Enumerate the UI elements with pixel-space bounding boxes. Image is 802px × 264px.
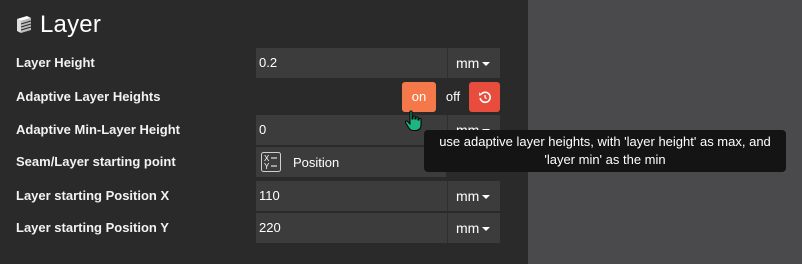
reset-icon	[478, 91, 491, 104]
unit-label: mm	[456, 220, 480, 236]
tooltip: use adaptive layer heights, with 'layer …	[424, 130, 786, 172]
setting-label: Seam/Layer starting point	[16, 154, 176, 169]
unit-label: mm	[456, 55, 480, 71]
caret-down-icon	[482, 62, 491, 67]
tooltip-line-2: 'layer min' as the min	[544, 152, 666, 167]
svg-text:Y: Y	[264, 162, 270, 171]
reset-button[interactable]	[469, 82, 500, 112]
caret-down-icon	[482, 195, 491, 200]
setting-label: Adaptive Layer Heights	[16, 89, 161, 104]
unit-dropdown[interactable]: mm	[448, 48, 500, 78]
seam-start-select[interactable]: X Y Position	[256, 147, 446, 177]
unit-label: mm	[456, 188, 480, 204]
setting-label: Layer starting Position X	[16, 188, 170, 203]
start-position-y-input[interactable]: 220	[256, 213, 448, 243]
layer-height-input[interactable]: 0.2	[256, 48, 448, 78]
hand-pointer-cursor-icon	[404, 110, 422, 131]
unit-dropdown[interactable]: mm	[448, 213, 500, 243]
section-title: Layer	[40, 11, 102, 38]
unit-dropdown[interactable]: mm	[448, 181, 500, 211]
setting-row-adaptive-layer-heights: Adaptive Layer Heights on off	[0, 82, 528, 112]
setting-label: Layer Height	[16, 55, 95, 70]
setting-row-start-position-x: Layer starting Position X 110 mm	[0, 181, 528, 211]
toggle-on-button[interactable]: on	[402, 82, 436, 112]
setting-row-start-position-y: Layer starting Position Y 220 mm	[0, 213, 528, 243]
setting-label: Adaptive Min-Layer Height	[16, 122, 180, 137]
setting-row-layer-height: Layer Height 0.2 mm	[0, 48, 528, 78]
layers-stack-icon	[17, 16, 32, 33]
setting-label: Layer starting Position Y	[16, 220, 169, 235]
select-value: Position	[293, 154, 340, 170]
section-header: Layer	[14, 10, 101, 40]
tooltip-line-1: use adaptive layer heights, with 'layer …	[439, 134, 771, 149]
caret-down-icon	[482, 227, 491, 232]
start-position-x-input[interactable]: 110	[256, 181, 448, 211]
xy-coordinates-icon: X Y	[260, 151, 282, 173]
toggle-off-button[interactable]: off	[438, 82, 468, 112]
